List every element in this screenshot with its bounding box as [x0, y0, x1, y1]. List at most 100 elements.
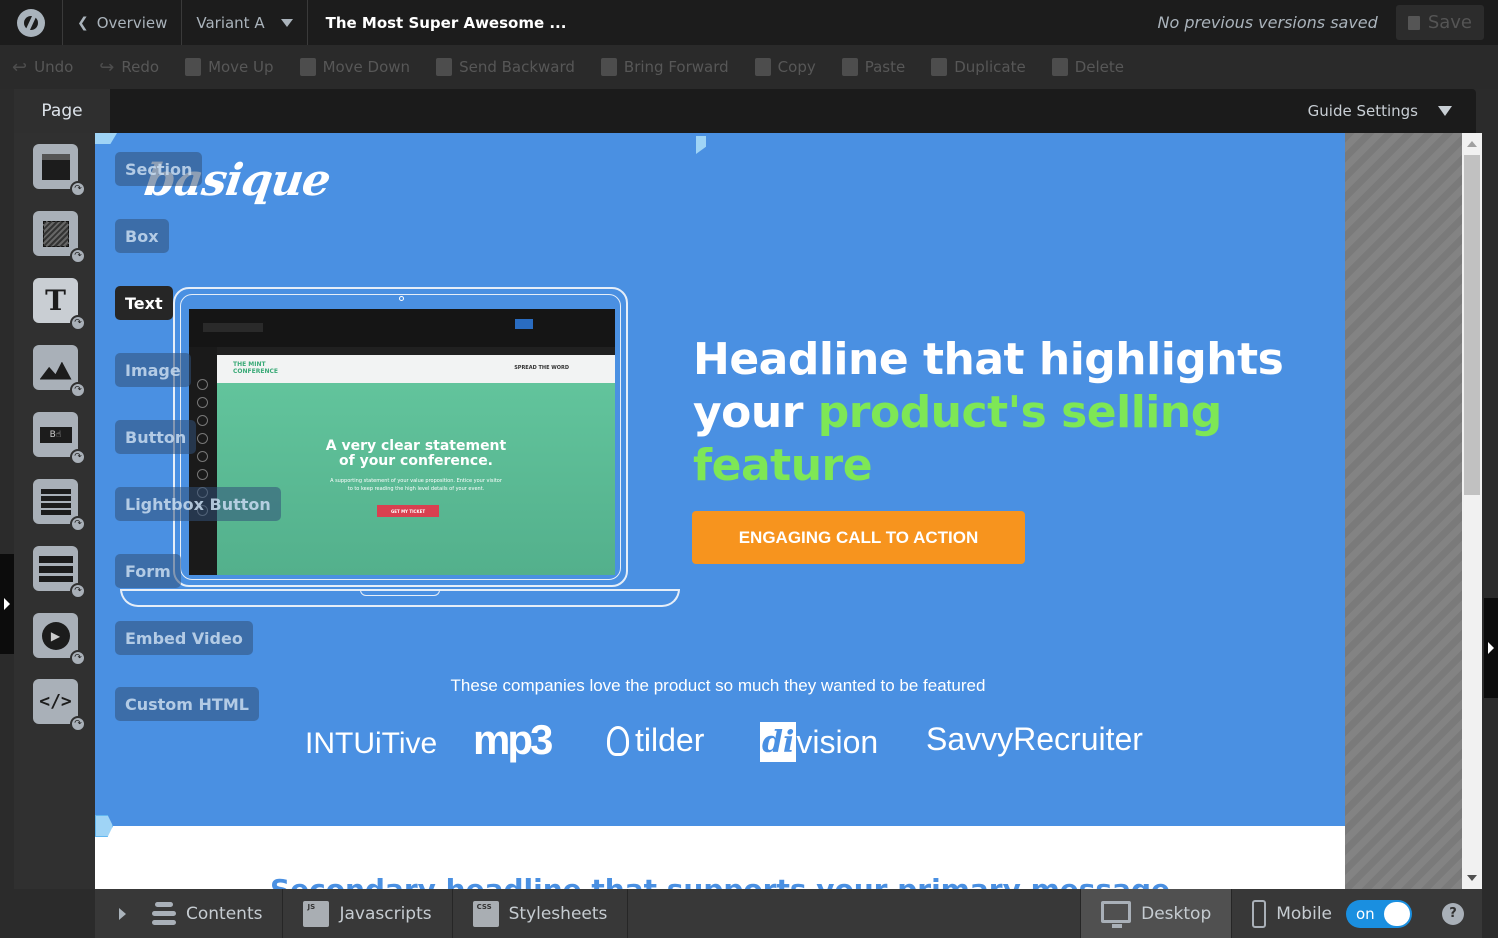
- widget-label-text[interactable]: Text: [115, 286, 173, 320]
- mp3-logo[interactable]: mp3: [473, 716, 553, 764]
- send-backward-icon: [436, 58, 453, 76]
- tab-page[interactable]: Page: [14, 89, 110, 133]
- lightbox-button-widget[interactable]: ↷: [33, 479, 86, 532]
- headline-line-3: feature: [693, 440, 873, 491]
- box-icon: [42, 220, 69, 247]
- widget-label-section[interactable]: Section: [115, 152, 203, 186]
- move-up-button[interactable]: Move Up: [185, 58, 274, 76]
- text-widget[interactable]: T ↷: [33, 278, 86, 331]
- headline-line-2-green: product's selling: [817, 387, 1222, 438]
- stylesheets-button[interactable]: CSS Stylesheets: [453, 889, 629, 938]
- overview-link[interactable]: ❮ Overview: [63, 0, 183, 45]
- expand-right-panel-button[interactable]: [1484, 598, 1498, 698]
- drag-handle-icon: ↷: [70, 650, 86, 666]
- expand-left-panel-button[interactable]: [0, 554, 14, 654]
- landing-page-builder: ❮ Overview Variant A The Most Super Awes…: [0, 0, 1498, 938]
- page-canvas[interactable]: basique THE MINT CONFERENCE SPREAD THE W…: [95, 133, 1345, 889]
- savvyrecruiter-logo[interactable]: SavvyRecruiter: [926, 721, 1143, 758]
- canvas-scrollbar[interactable]: [1462, 133, 1482, 889]
- drag-handle-icon: ↷: [70, 449, 86, 465]
- desktop-view-button[interactable]: Desktop: [1080, 889, 1233, 938]
- widget-label-form[interactable]: Form: [115, 554, 181, 588]
- image-widget[interactable]: ↷: [33, 345, 86, 398]
- widget-label-lightbox-button[interactable]: Lightbox Button: [115, 487, 281, 521]
- mobile-toggle[interactable]: on: [1346, 899, 1412, 928]
- monitor-icon: [1101, 900, 1132, 928]
- mobile-view-button[interactable]: Mobile: [1232, 889, 1332, 938]
- toggle-knob: [1384, 901, 1410, 926]
- unbounce-logo-icon: [17, 8, 45, 37]
- form-widget[interactable]: ↷: [33, 546, 86, 599]
- move-up-icon: [185, 58, 202, 76]
- left-edge: [0, 89, 14, 938]
- headline-line-1: Headline that highlights: [693, 334, 1284, 385]
- css-file-icon: CSS: [472, 900, 499, 927]
- undo-label: Undo: [34, 58, 74, 76]
- division-di-mark: di: [760, 722, 797, 762]
- page-guide-marker-icon[interactable]: [696, 136, 706, 154]
- tilder-mascot-icon: [607, 725, 629, 756]
- expand-right-icon: [119, 907, 126, 920]
- cta-button[interactable]: ENGAGING CALL TO ACTION: [692, 511, 1025, 564]
- paste-label: Paste: [864, 58, 906, 76]
- text-icon: T: [45, 284, 66, 317]
- screen-headline-2: of your conference.: [338, 453, 494, 469]
- guide-settings-dropdown[interactable]: Guide Settings: [1308, 89, 1452, 133]
- edit-toolbar: ↩ Undo ↪ Redo Move Up Move Down Send Backw…: [0, 45, 1498, 89]
- paste-button[interactable]: Paste: [841, 58, 906, 76]
- bring-forward-button[interactable]: Bring Forward: [600, 58, 729, 76]
- drag-handle-icon: ↷: [70, 181, 86, 197]
- send-backward-label: Send Backward: [459, 58, 575, 76]
- redo-button[interactable]: ↪ Redo: [99, 57, 159, 78]
- versions-status: No previous versions saved: [1157, 13, 1378, 32]
- intuitive-logo[interactable]: INTUiTive: [305, 727, 437, 761]
- section-widget[interactable]: ↷: [33, 144, 86, 197]
- button-widget[interactable]: B☝ ↷: [33, 412, 86, 465]
- hero-headline[interactable]: Headline that highlights your product's …: [693, 333, 1284, 492]
- duplicate-label: Duplicate: [954, 58, 1026, 76]
- bring-forward-icon: [600, 58, 617, 76]
- bring-forward-label: Bring Forward: [623, 58, 729, 76]
- variant-dropdown[interactable]: Variant A: [182, 0, 308, 45]
- js-file-icon: JS: [303, 900, 330, 927]
- page-title[interactable]: The Most Super Awesome ...: [308, 0, 581, 45]
- scroll-up-arrow-icon[interactable]: [1467, 141, 1477, 147]
- logo[interactable]: [0, 0, 63, 45]
- laptop-image[interactable]: THE MINT CONFERENCE SPREAD THE WORD A ve…: [173, 287, 628, 587]
- division-logo[interactable]: di vision: [760, 722, 878, 762]
- custom-html-widget[interactable]: </> ↷: [33, 679, 86, 732]
- undo-button[interactable]: ↩ Undo: [12, 57, 73, 78]
- section-marker-icon: [95, 133, 117, 144]
- featured-text[interactable]: These companies love the product so much…: [95, 676, 1345, 696]
- headline-line-2-white: your: [693, 387, 818, 438]
- paste-icon: [841, 58, 858, 76]
- bottom-bar: Contents JS Javascripts CSS Stylesheets …: [95, 889, 1482, 938]
- widget-label-box[interactable]: Box: [115, 219, 169, 253]
- widget-label-image[interactable]: Image: [115, 353, 191, 387]
- guide-settings-label: Guide Settings: [1307, 102, 1418, 120]
- box-widget[interactable]: ↷: [33, 211, 86, 264]
- hero-section[interactable]: basique THE MINT CONFERENCE SPREAD THE W…: [95, 133, 1345, 826]
- scrollbar-thumb[interactable]: [1464, 155, 1480, 495]
- help-icon[interactable]: ?: [1442, 902, 1464, 925]
- javascripts-button[interactable]: JS Javascripts: [283, 889, 453, 938]
- move-down-button[interactable]: Move Down: [299, 58, 410, 76]
- embed-video-widget[interactable]: ▶ ↷: [33, 613, 86, 666]
- laptop-screen: THE MINT CONFERENCE SPREAD THE WORD A ve…: [189, 309, 615, 575]
- delete-button[interactable]: Delete: [1051, 58, 1124, 76]
- scroll-down-arrow-icon[interactable]: [1467, 875, 1477, 881]
- delete-label: Delete: [1074, 58, 1124, 76]
- drag-handle-icon: ↷: [70, 716, 86, 732]
- top-bar: ❮ Overview Variant A The Most Super Awes…: [0, 0, 1498, 45]
- tilder-logo[interactable]: tilder: [607, 722, 704, 759]
- copy-button[interactable]: Copy: [754, 58, 816, 76]
- duplicate-icon: [931, 58, 948, 76]
- widget-label-button[interactable]: Button: [115, 420, 197, 454]
- secondary-headline[interactable]: Secondary headline that supports your pr…: [95, 873, 1345, 889]
- trash-icon: [1051, 58, 1068, 76]
- duplicate-button[interactable]: Duplicate: [931, 58, 1026, 76]
- save-button[interactable]: Save: [1395, 5, 1484, 40]
- widget-label-embed-video[interactable]: Embed Video: [115, 621, 253, 655]
- send-backward-button[interactable]: Send Backward: [436, 58, 575, 76]
- contents-button[interactable]: Contents: [95, 889, 284, 938]
